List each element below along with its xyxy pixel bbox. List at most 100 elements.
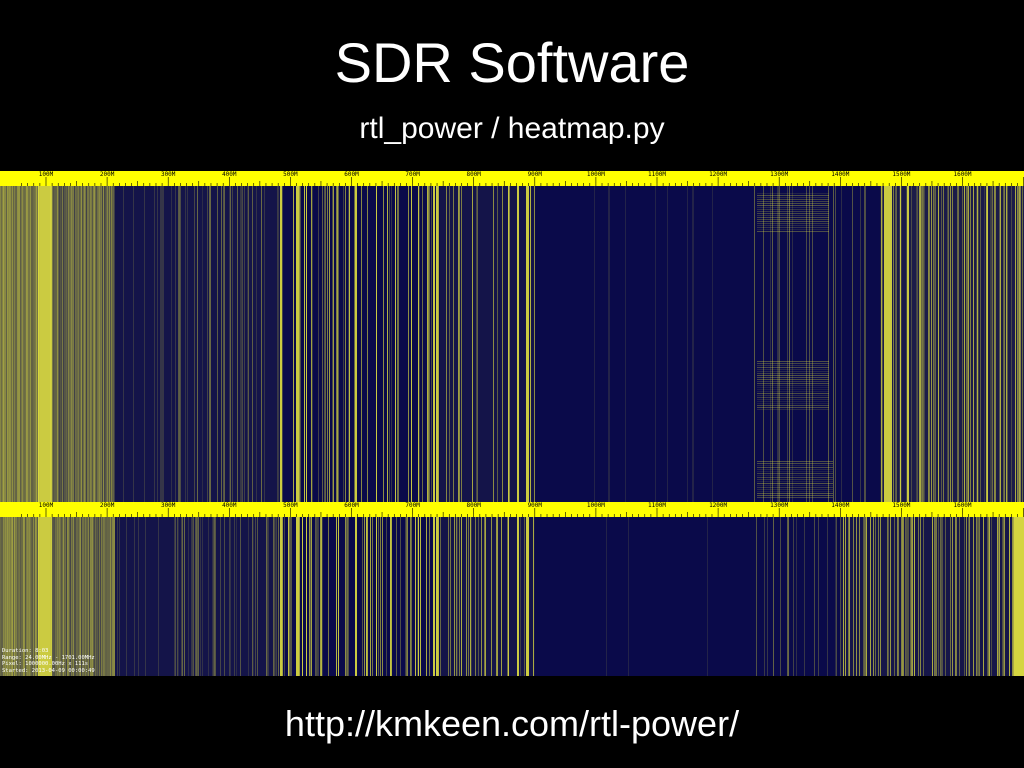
heatmap-stripe xyxy=(7,186,8,502)
heatmap-stripe xyxy=(382,517,383,676)
heatmap-stripe xyxy=(246,517,247,676)
heatmap-stripe xyxy=(272,517,273,676)
heatmap-stripe xyxy=(433,517,434,676)
heatmap-stripe xyxy=(867,517,868,676)
heatmap-noise xyxy=(757,193,829,194)
heatmap-stripe xyxy=(318,186,319,502)
heatmap-stripe xyxy=(144,186,145,502)
heatmap-stripe xyxy=(247,186,248,502)
heatmap-stripe xyxy=(458,517,459,676)
heatmap-stripe xyxy=(849,517,850,676)
heatmap-stripe xyxy=(273,186,274,502)
heatmap-stripe xyxy=(205,517,206,676)
heatmap-stripe xyxy=(208,517,209,676)
heatmap-stripe xyxy=(974,186,975,502)
heatmap-stripe xyxy=(1001,517,1002,676)
heatmap-noise xyxy=(757,387,829,388)
heatmap-stripe xyxy=(1018,186,1019,502)
heatmap-stripe xyxy=(362,517,363,676)
heatmap-stripe xyxy=(470,517,471,676)
heatmap-noise xyxy=(757,491,833,492)
heatmap-stripe xyxy=(467,517,468,676)
scale-label: 1100M xyxy=(647,171,667,178)
heatmap-stripe xyxy=(261,517,262,676)
heatmap-stripe xyxy=(451,186,452,502)
heatmap-stripe xyxy=(348,517,349,676)
heatmap-stripe xyxy=(53,186,54,502)
heatmap-stripe xyxy=(51,186,52,502)
heatmap-stripe xyxy=(933,186,934,502)
heatmap-stripe xyxy=(348,186,349,502)
heatmap-stripe xyxy=(1002,186,1003,502)
heatmap-stripe xyxy=(272,186,273,502)
heatmap-stripe xyxy=(707,517,708,676)
heatmap-stripe xyxy=(222,517,223,676)
scale-label: 1300M xyxy=(770,502,789,509)
heatmap-stripe xyxy=(1013,517,1014,676)
heatmap-noise xyxy=(757,399,829,400)
heatmap-info: Duration: 8:03 Range: 24.00MHz - 1701.00… xyxy=(2,648,95,674)
heatmap-stripe xyxy=(908,517,909,676)
heatmap-stripe xyxy=(266,186,267,502)
heatmap-stripe xyxy=(101,517,102,676)
heatmap-stripe xyxy=(444,186,445,502)
heatmap-stripe xyxy=(1019,186,1020,502)
heatmap-stripe xyxy=(118,186,119,502)
heatmap-stripe xyxy=(291,517,292,676)
heatmap-stripe xyxy=(930,186,931,502)
heatmap-stripe xyxy=(419,186,420,502)
heatmap-stripe xyxy=(990,186,991,502)
heatmap-stripe xyxy=(442,517,443,676)
heatmap-stripe xyxy=(901,517,902,676)
heatmap-stripe xyxy=(915,517,916,676)
heatmap-stripe xyxy=(455,186,456,502)
heatmap-stripe xyxy=(274,186,275,502)
heatmap-stripe xyxy=(128,186,129,502)
heatmap-stripe xyxy=(97,517,98,676)
heatmap-noise xyxy=(757,461,833,462)
heatmap-stripe xyxy=(533,186,534,502)
heatmap-image-top xyxy=(0,186,1024,502)
heatmap-stripe xyxy=(376,186,377,502)
heatmap-stripe xyxy=(97,186,98,502)
heatmap-stripe xyxy=(935,517,936,676)
heatmap-stripe xyxy=(320,517,321,676)
heatmap-stripe xyxy=(208,186,209,502)
heatmap-stripe xyxy=(279,517,280,676)
heatmap-stripe xyxy=(958,186,959,502)
heatmap-stripe xyxy=(898,186,899,502)
heatmap-stripe xyxy=(858,517,859,676)
heatmap-stripe xyxy=(293,186,294,502)
heatmap-stripe xyxy=(881,186,882,502)
heatmap-stripe xyxy=(480,517,481,676)
heatmap-stripe xyxy=(153,186,154,502)
heatmap-stripe xyxy=(453,186,454,502)
heatmap-stripe xyxy=(911,186,912,502)
heatmap-stripe xyxy=(1020,517,1021,676)
heatmap-stripe xyxy=(443,186,444,502)
heatmap-stripe xyxy=(960,186,961,502)
heatmap-stripe xyxy=(902,186,903,502)
heatmap-stripe xyxy=(461,186,462,502)
heatmap-stripe xyxy=(952,517,953,676)
heatmap-stripe xyxy=(106,517,107,676)
heatmap-stripe xyxy=(141,517,142,676)
heatmap-stripe xyxy=(88,186,89,502)
heatmap-stripe xyxy=(977,517,978,676)
heatmap-stripe xyxy=(429,186,430,502)
heatmap-stripe xyxy=(953,186,954,502)
heatmap-stripe xyxy=(942,186,943,502)
heatmap-stripe xyxy=(977,186,978,502)
heatmap-stripe xyxy=(510,517,511,676)
heatmap-stripe xyxy=(207,186,208,502)
heatmap-stripe xyxy=(919,517,920,676)
heatmap-stripe xyxy=(503,186,504,502)
heatmap-stripe xyxy=(167,186,168,502)
heatmap-stripe xyxy=(763,186,764,502)
heatmap-stripe xyxy=(310,517,311,676)
heatmap-stripe xyxy=(115,186,116,502)
heatmap-noise xyxy=(757,479,833,480)
heatmap-stripe xyxy=(964,186,965,502)
heatmap-stripe xyxy=(227,186,228,502)
heatmap-stripe xyxy=(712,186,713,502)
